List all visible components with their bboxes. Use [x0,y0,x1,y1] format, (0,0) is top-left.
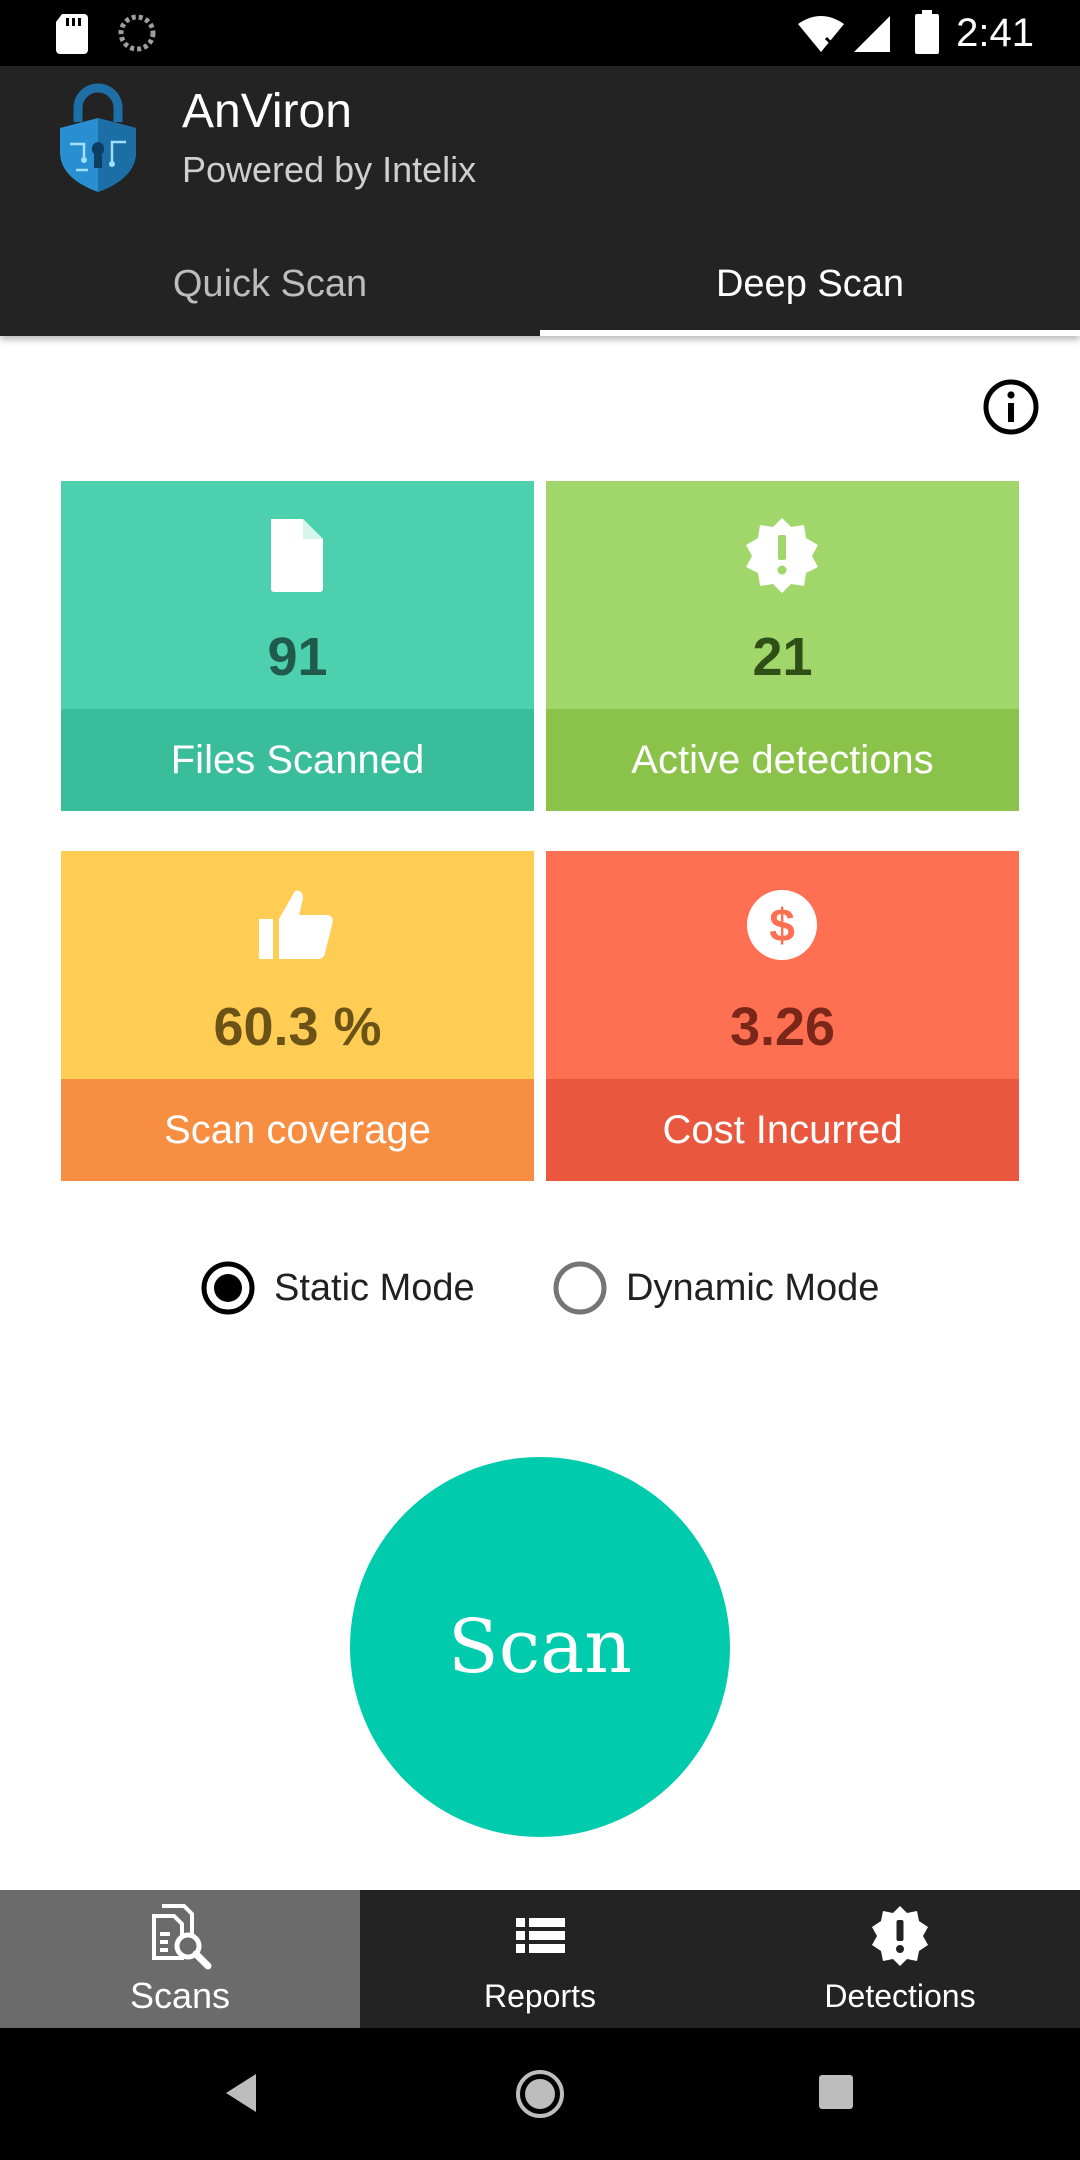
radio-checked-icon [201,1261,255,1315]
scan-coverage-value: 60.3 % [213,997,382,1057]
tab-quick-scan[interactable]: Quick Scan [0,232,540,336]
scan-coverage-label: Scan coverage [164,1108,431,1152]
files-scanned-card: 91 Files Scanned [61,481,534,811]
battery-icon [915,10,939,54]
sd-card-icon [56,14,88,54]
alert-badge-icon [872,1906,928,1966]
svg-text:$: $ [769,899,795,951]
wifi-icon [798,16,844,52]
card-bottom: Files Scanned [61,709,534,811]
system-nav-bar [0,2028,1080,2160]
card-bottom: Active detections [546,709,1019,811]
bottom-nav: Scans Reports Detections [0,1890,1080,2028]
nav-reports[interactable]: Reports [360,1890,720,2028]
card-top: 91 [61,481,534,709]
signal-icon [854,16,890,52]
scan-button[interactable]: Scan [350,1457,730,1837]
thumbs-up-icon [259,890,333,960]
card-bottom: Scan coverage [61,1079,534,1181]
nav-detections[interactable]: Detections [720,1890,1080,2028]
recents-icon[interactable] [818,2074,854,2110]
nav-reports-label: Reports [483,1978,597,2014]
status-bar: 2:41 [0,0,1080,66]
list-icon [516,1918,565,1953]
clock: 2:41 [956,11,1034,55]
info-icon[interactable] [982,378,1040,436]
sync-icon [118,14,156,52]
tab-deep-scan[interactable]: Deep Scan [540,232,1080,336]
home-icon[interactable] [514,2068,566,2120]
cost-incurred-card: $ 3.26 Cost Incurred [546,851,1019,1181]
static-mode-label: Static Mode [274,1267,475,1309]
card-top: 21 [546,481,1019,709]
app-logo-icon [60,83,136,192]
card-top: $ 3.26 [546,851,1019,1079]
dynamic-mode-label: Dynamic Mode [626,1267,880,1309]
cost-incurred-label: Cost Incurred [662,1108,903,1152]
app-subtitle: Powered by Intelix [182,149,477,190]
file-icon [271,519,323,592]
files-scanned-label: Files Scanned [170,738,425,782]
radio-unchecked-icon [553,1261,607,1315]
app-bar: AnViron Powered by Intelix Quick Scan De… [0,66,1080,336]
active-detections-label: Active detections [631,738,934,782]
back-icon[interactable] [222,2072,260,2114]
files-scanned-value: 91 [267,627,328,687]
card-top: 60.3 % [61,851,534,1079]
dollar-icon: $ [747,890,817,960]
cost-incurred-value: 3.26 [729,997,836,1057]
active-detections-value: 21 [752,627,813,687]
nav-detections-label: Detections [824,1978,976,2014]
scan-coverage-card: 60.3 % Scan coverage [61,851,534,1181]
nav-scans[interactable]: Scans [0,1890,360,2028]
card-bottom: Cost Incurred [546,1079,1019,1181]
scans-search-icon [152,1904,212,1970]
tab-indicator [540,330,1080,336]
app-title: AnViron [182,85,352,138]
nav-scans-label: Scans [129,1975,231,2016]
active-detections-card: 21 Active detections [546,481,1019,811]
alert-badge-icon [746,518,818,593]
